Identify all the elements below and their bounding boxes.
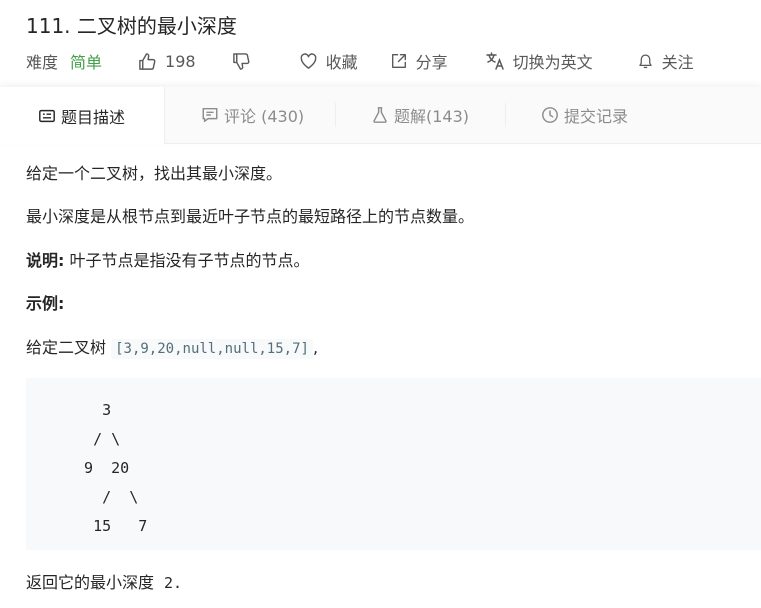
- problem-title: 111. 二叉树的最小深度: [26, 14, 237, 38]
- share-label: 分享: [415, 53, 448, 72]
- dislike-button[interactable]: [232, 52, 251, 71]
- difficulty-label: 难度: [26, 53, 59, 72]
- follow-button[interactable]: 关注: [637, 49, 694, 73]
- tab-solutions[interactable]: 题解(143): [371, 87, 469, 143]
- like-count: 198: [165, 51, 196, 71]
- tab-comments-label: 评论 (430): [224, 107, 305, 126]
- tree-diagram: 3 / \ 9 20 / \ 15 7: [84, 401, 148, 535]
- collect-label: 收藏: [325, 53, 358, 72]
- thumbs-up-icon: [138, 52, 157, 71]
- translate-icon: [485, 51, 505, 71]
- note-text: 叶子节点是指没有子节点的节点。: [64, 251, 310, 270]
- share-icon: [390, 52, 408, 70]
- tab-description-label: 题目描述: [61, 107, 126, 127]
- description-paragraph: 给定一个二叉树，找出其最小深度。: [26, 164, 283, 183]
- tab-submissions-label: 提交记录: [564, 107, 629, 126]
- tab-divider: [505, 103, 506, 127]
- thumbs-down-icon: [232, 52, 251, 71]
- share-button[interactable]: 分享: [390, 49, 448, 73]
- switch-language-label: 切换为英文: [512, 53, 593, 72]
- given-tree-paragraph: 给定二叉树 [3,9,20,null,null,15,7],: [26, 337, 318, 360]
- return-paragraph: 返回它的最小深度 2.: [26, 572, 182, 594]
- note-label: 说明:: [26, 251, 65, 270]
- tab-comments[interactable]: 评论 (430): [201, 87, 304, 143]
- difficulty-badge: 简单: [70, 53, 103, 72]
- return-prefix: 返回它的最小深度: [26, 573, 155, 592]
- clock-icon: [541, 106, 564, 124]
- given-suffix: ,: [312, 338, 319, 357]
- tab-description[interactable]: 题目描述: [0, 87, 165, 144]
- tab-solutions-label: 题解(143): [394, 107, 470, 126]
- problem-meta-bar: 难度 简单 198 收藏 分享 切换为英文 关注: [26, 48, 694, 74]
- return-value: 2.: [164, 574, 183, 592]
- follow-label: 关注: [661, 53, 694, 72]
- given-prefix: 给定二叉树: [26, 338, 112, 357]
- description-icon: [38, 107, 61, 125]
- bell-icon: [637, 53, 654, 70]
- note-paragraph: 说明: 叶子节点是指没有子节点的节点。: [26, 250, 310, 272]
- heart-icon: [299, 52, 318, 71]
- tab-divider: [335, 103, 336, 127]
- tree-code-block: 3 / \ 9 20 / \ 15 7: [26, 378, 761, 550]
- description-paragraph: 最小深度是从根节点到最近叶子节点的最短路径上的节点数量。: [26, 207, 475, 226]
- comment-icon: [201, 106, 224, 124]
- tab-submissions[interactable]: 提交记录: [541, 87, 628, 143]
- collect-button[interactable]: 收藏: [299, 49, 358, 73]
- switch-language-button[interactable]: 切换为英文: [485, 49, 593, 73]
- given-tree-code: [3,9,20,null,null,15,7]: [111, 339, 313, 359]
- example-heading: 示例:: [26, 293, 64, 315]
- flask-icon: [371, 106, 394, 124]
- example-label: 示例:: [26, 294, 65, 313]
- tab-bar: 题目描述 评论 (430) 题解(143) 提交记录: [0, 87, 761, 144]
- like-button[interactable]: 198: [138, 52, 196, 71]
